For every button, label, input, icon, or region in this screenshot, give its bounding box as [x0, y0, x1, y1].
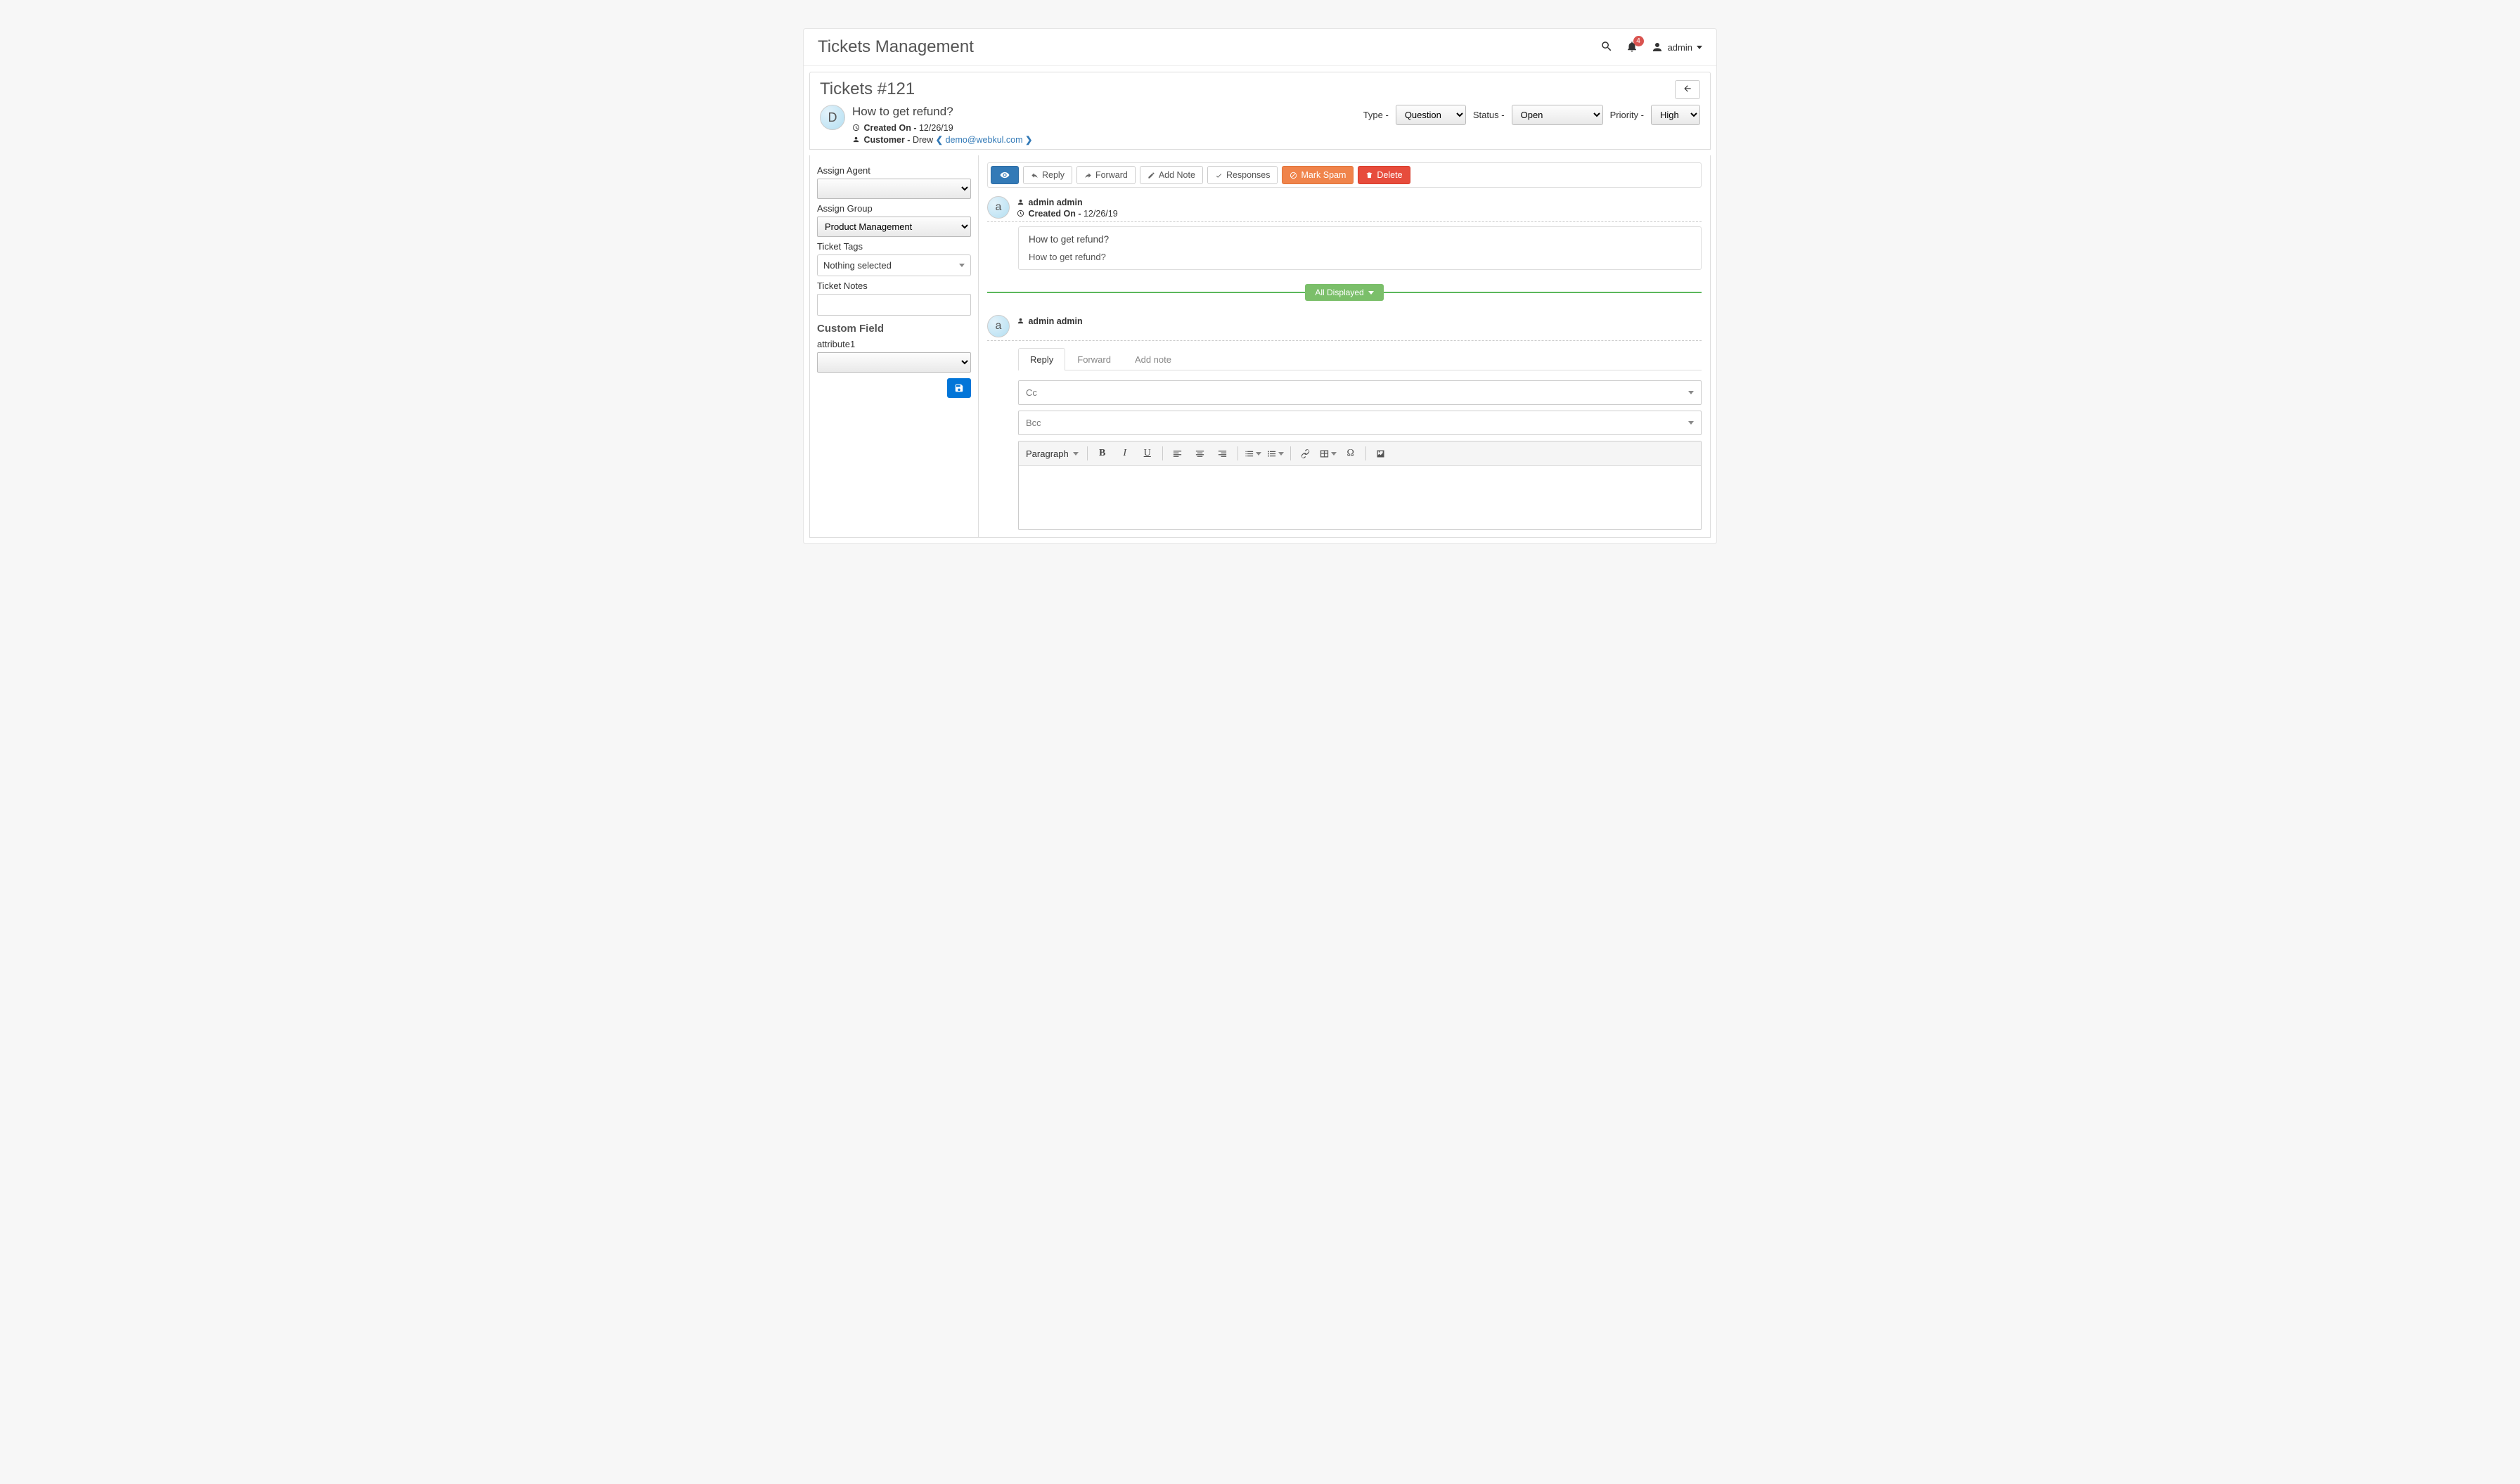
cc-field[interactable]: Cc [1018, 380, 1702, 405]
username: admin [1668, 42, 1692, 53]
align-right-button[interactable] [1212, 444, 1233, 463]
attribute1-select[interactable] [817, 352, 971, 373]
ticket-notes-input[interactable] [817, 294, 971, 316]
user-menu[interactable]: admin [1651, 41, 1702, 53]
reply-button[interactable]: Reply [1023, 166, 1072, 184]
caret-down-icon [959, 264, 965, 267]
save-button[interactable] [947, 378, 971, 398]
caret-down-icon [1256, 452, 1261, 456]
assign-agent-select[interactable] [817, 179, 971, 199]
link-button[interactable] [1295, 444, 1316, 463]
thread-avatar: a [987, 196, 1010, 219]
status-label: Status - [1473, 110, 1505, 120]
notification-badge: 4 [1633, 36, 1644, 46]
separator [1087, 446, 1088, 460]
caret-down-icon [1688, 391, 1694, 394]
priority-label: Priority - [1610, 110, 1644, 120]
tab-add-note[interactable]: Add note [1123, 348, 1183, 370]
divider [1384, 292, 1702, 293]
ticket-tags-select[interactable]: Nothing selected [817, 254, 971, 276]
caret-down-icon [1073, 452, 1079, 456]
all-displayed-button[interactable]: All Displayed [1305, 284, 1383, 301]
type-select[interactable]: Question [1396, 105, 1466, 125]
status-select[interactable]: Open [1512, 105, 1603, 125]
caret-down-icon [1331, 452, 1337, 456]
reply-avatar: a [987, 315, 1010, 337]
angle-left-icon: ❮ [936, 135, 946, 145]
ticket-number: Tickets #121 [820, 79, 915, 99]
separator [1162, 446, 1163, 460]
special-char-button[interactable]: Ω [1340, 444, 1361, 463]
italic-button[interactable]: I [1114, 444, 1136, 463]
assign-group-label: Assign Group [817, 203, 971, 214]
angle-right-icon: ❯ [1023, 135, 1033, 145]
page-title: Tickets Management [818, 37, 974, 57]
thread-author-line: admin admin [1017, 198, 1118, 207]
message-box: How to get refund? How to get refund? [1018, 226, 1702, 270]
ticket-subject: How to get refund? [852, 105, 1032, 119]
priority-select[interactable]: High [1651, 105, 1700, 125]
notifications-button[interactable]: 4 [1626, 40, 1638, 55]
image-button[interactable] [1370, 444, 1391, 463]
responses-button[interactable]: Responses [1207, 166, 1278, 184]
custom-field-heading: Custom Field [817, 323, 971, 335]
separator [1365, 446, 1366, 460]
bcc-field[interactable]: Bcc [1018, 411, 1702, 435]
customer-email-link[interactable]: demo@webkul.com [946, 135, 1023, 145]
separator [1290, 446, 1291, 460]
unordered-list-button[interactable] [1265, 444, 1286, 463]
caret-down-icon [1697, 46, 1702, 49]
divider [987, 292, 1305, 293]
caret-down-icon [1278, 452, 1284, 456]
caret-down-icon [1688, 421, 1694, 425]
view-button[interactable] [991, 166, 1019, 184]
align-left-button[interactable] [1167, 444, 1188, 463]
paragraph-style-select[interactable]: Paragraph [1022, 446, 1083, 462]
customer-avatar: D [820, 105, 845, 130]
search-icon[interactable] [1600, 40, 1613, 55]
editor-body[interactable] [1019, 466, 1701, 529]
assign-group-select[interactable]: Product Management [817, 217, 971, 237]
created-on-line: Created On - 12/26/19 [852, 123, 1032, 133]
bold-button[interactable]: B [1092, 444, 1113, 463]
ordered-list-button[interactable] [1242, 444, 1264, 463]
type-label: Type - [1363, 110, 1389, 120]
underline-button[interactable]: U [1137, 444, 1158, 463]
tab-forward[interactable]: Forward [1065, 348, 1123, 370]
ticket-notes-label: Ticket Notes [817, 280, 971, 291]
delete-button[interactable]: Delete [1358, 166, 1410, 184]
assign-agent-label: Assign Agent [817, 165, 971, 176]
attribute1-label: attribute1 [817, 339, 971, 349]
back-button[interactable] [1675, 80, 1700, 99]
mark-spam-button[interactable]: Mark Spam [1282, 166, 1354, 184]
table-button[interactable] [1318, 444, 1339, 463]
thread-created-line: Created On - 12/26/19 [1017, 209, 1118, 219]
align-center-button[interactable] [1190, 444, 1211, 463]
customer-line: Customer - Drew ❮ demo@webkul.com ❯ [852, 134, 1032, 145]
reply-author-line: admin admin [1017, 316, 1083, 326]
add-note-button[interactable]: Add Note [1140, 166, 1203, 184]
ticket-tags-label: Ticket Tags [817, 241, 971, 252]
forward-button[interactable]: Forward [1076, 166, 1136, 184]
tab-reply[interactable]: Reply [1018, 348, 1065, 370]
chevron-down-icon [1368, 291, 1374, 295]
